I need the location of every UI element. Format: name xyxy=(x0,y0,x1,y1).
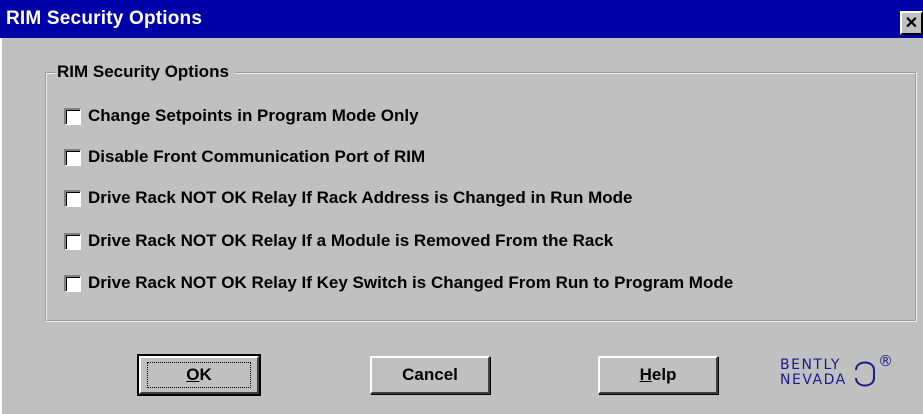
dialog-window: RIM Security Options ✕ RIM Security Opti… xyxy=(0,0,923,414)
window-title: RIM Security Options xyxy=(6,8,203,29)
checkbox[interactable] xyxy=(64,189,81,207)
option-label: Drive Rack NOT OK Relay If Key Switch is… xyxy=(88,273,734,292)
checkbox[interactable] xyxy=(64,232,81,250)
logo-swoosh-icon xyxy=(855,361,875,387)
close-button[interactable]: ✕ xyxy=(900,11,923,35)
option-module-removed[interactable]: Drive Rack NOT OK Relay If a Module is R… xyxy=(64,230,613,252)
option-label: Drive Rack NOT OK Relay If Rack Address … xyxy=(88,188,633,207)
option-label: Change Setpoints in Program Mode Only xyxy=(88,106,419,125)
cancel-button-label: Cancel xyxy=(402,365,458,384)
help-button[interactable]: Help xyxy=(598,356,718,394)
registered-mark: ® xyxy=(878,352,893,370)
option-change-setpoints[interactable]: Change Setpoints in Program Mode Only xyxy=(64,105,419,127)
option-key-switch-changed[interactable]: Drive Rack NOT OK Relay If Key Switch is… xyxy=(64,272,733,294)
checkbox[interactable] xyxy=(64,148,81,166)
checkbox[interactable] xyxy=(64,107,81,125)
window-left-border xyxy=(0,38,2,414)
option-label: Disable Front Communication Port of RIM xyxy=(88,147,426,166)
option-label: Drive Rack NOT OK Relay If a Module is R… xyxy=(88,231,614,250)
logo-line2: NEVADA xyxy=(780,372,847,388)
help-mnemonic: H xyxy=(639,365,652,384)
ok-button[interactable]: OK xyxy=(137,354,261,396)
cancel-button[interactable]: Cancel xyxy=(370,356,490,394)
checkbox[interactable] xyxy=(64,274,81,292)
ok-mnemonic: O xyxy=(186,365,200,384)
groupbox-title: RIM Security Options xyxy=(55,62,235,82)
option-disable-front-port[interactable]: Disable Front Communication Port of RIM xyxy=(64,146,425,168)
help-button-label: Help xyxy=(640,365,677,385)
ok-button-label: OK xyxy=(147,362,251,388)
title-bar[interactable]: RIM Security Options ✕ xyxy=(0,0,923,38)
bently-nevada-logo: BENTLY NEVADA ® xyxy=(780,352,893,392)
option-rack-address-changed[interactable]: Drive Rack NOT OK Relay If Rack Address … xyxy=(64,187,632,209)
ok-label-rest: K xyxy=(199,365,212,384)
help-label-rest: elp xyxy=(651,365,677,384)
logo-line1: BENTLY xyxy=(780,357,841,373)
close-icon: ✕ xyxy=(904,15,919,32)
